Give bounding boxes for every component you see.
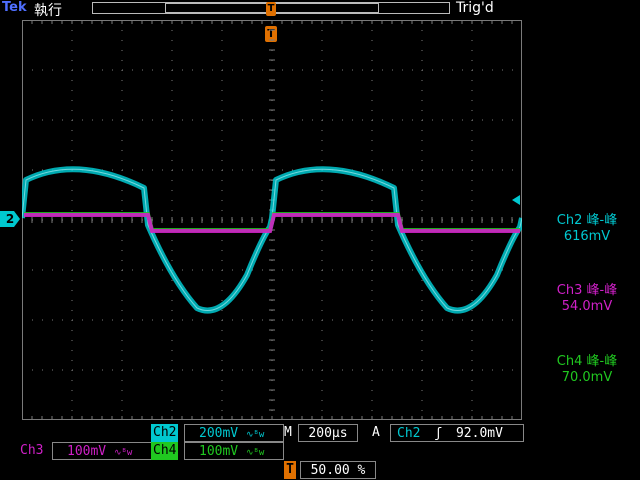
timebase-value: 200µs [308,426,348,441]
ch2-ground-marker-icon: 2 [0,211,20,227]
trigger-level-arrow-icon [512,195,520,205]
trigger-level: 92.0mV [455,426,503,441]
measurement-ch4: Ch4 峰-峰 70.0mV [534,354,640,386]
ch3-scale-box: 100mV ∿ᴮw [52,442,152,460]
trigger-position-box: 50.00 % [300,461,376,479]
bandwidth-limit-icon: ∿ᴮw [245,430,265,440]
ch2-tag: Ch2 [151,424,179,442]
measurement-label: Ch3 峰-峰 [556,283,618,298]
trigger-mode-label: A [372,425,380,440]
measurement-value: 54.0mV [561,299,613,314]
ch3-scale: 100mV [67,444,107,459]
measurement-label: Ch4 峰-峰 [556,354,618,369]
ch2-scale: 200mV [199,426,239,441]
ch3-status: Ch3 [20,442,43,460]
timebase-label: M [284,425,292,440]
trigger-position-icon: T [284,461,296,479]
trigger-mode: A [372,424,380,442]
trigger-position-status: T [284,461,296,479]
trigger-box: Ch2 ʃ 92.0mV [390,424,524,442]
ch4-tag: Ch4 [151,442,179,460]
measurement-label: Ch2 峰-峰 [556,213,618,228]
rising-edge-icon: ʃ [434,426,443,441]
measurement-ch2: Ch2 峰-峰 616mV [534,213,640,245]
record-trigger-marker-icon: T [266,2,276,16]
measurement-ch3: Ch3 峰-峰 54.0mV [534,283,640,315]
measurement-value: 70.0mV [561,370,613,385]
ch4-status: Ch4 [151,442,179,460]
bandwidth-limit-icon: ∿ᴮw [245,448,265,458]
bandwidth-limit-icon: ∿ᴮw [113,448,133,458]
tek-logo: Tek [2,0,27,15]
oscilloscope-graticule [22,20,522,420]
ch4-scale-box: 100mV ∿ᴮw [184,442,284,460]
ch4-scale: 100mV [199,444,239,459]
measurement-value: 616mV [563,229,611,244]
ch2-status: Ch2 [151,424,179,442]
ch2-scale-box: 200mV ∿ᴮw [184,424,284,442]
trigger-source: Ch2 [397,426,421,441]
ch3-tag: Ch3 [20,443,44,458]
trigger-position-value: 50.00 % [310,463,366,478]
timebase-status: M [284,424,292,442]
status-top-bar: Tek 執行 T Trig'd [0,0,640,19]
timebase-box: 200µs [298,424,358,442]
run-state-label: 執行 [34,3,62,19]
trigger-status: Trig'd [456,0,494,16]
